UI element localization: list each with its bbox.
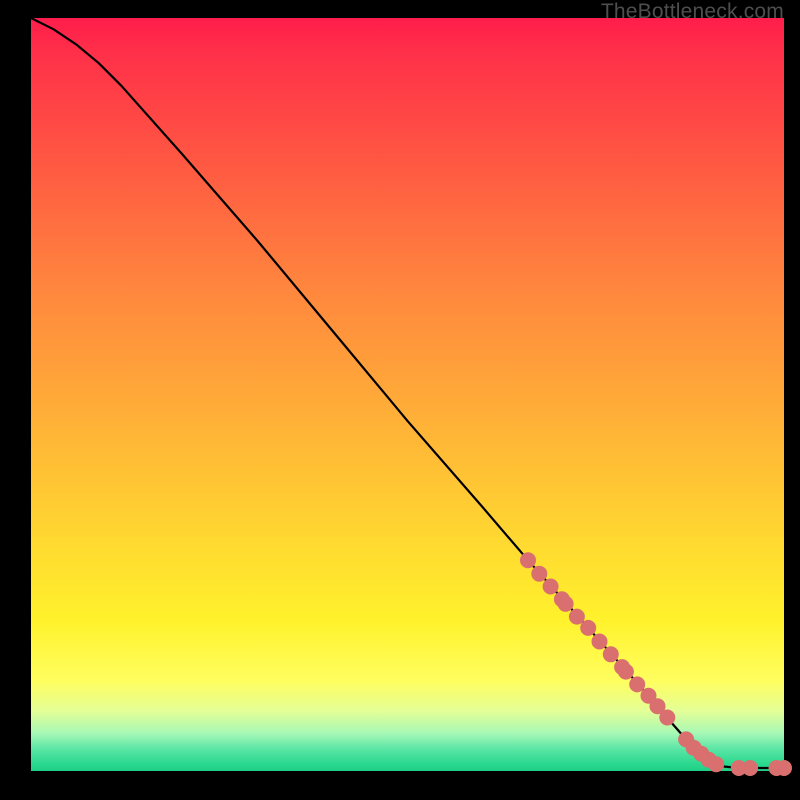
- data-dots: [521, 553, 792, 776]
- data-dot: [543, 579, 558, 594]
- data-dot: [709, 757, 724, 772]
- data-dot: [569, 609, 584, 624]
- data-dot: [581, 620, 596, 635]
- data-dot: [592, 634, 607, 649]
- data-dot: [532, 566, 547, 581]
- data-dot: [558, 596, 573, 611]
- data-dot: [743, 761, 758, 776]
- data-dot: [630, 677, 645, 692]
- plot-area: [31, 18, 784, 771]
- chart-overlay: [31, 18, 784, 771]
- data-dot: [777, 761, 792, 776]
- main-curve: [31, 18, 784, 768]
- watermark-text: TheBottleneck.com: [601, 0, 784, 24]
- data-dot: [603, 647, 618, 662]
- data-dot: [521, 553, 536, 568]
- chart-frame: TheBottleneck.com: [0, 0, 800, 800]
- data-dot: [660, 710, 675, 725]
- data-dot: [618, 664, 633, 679]
